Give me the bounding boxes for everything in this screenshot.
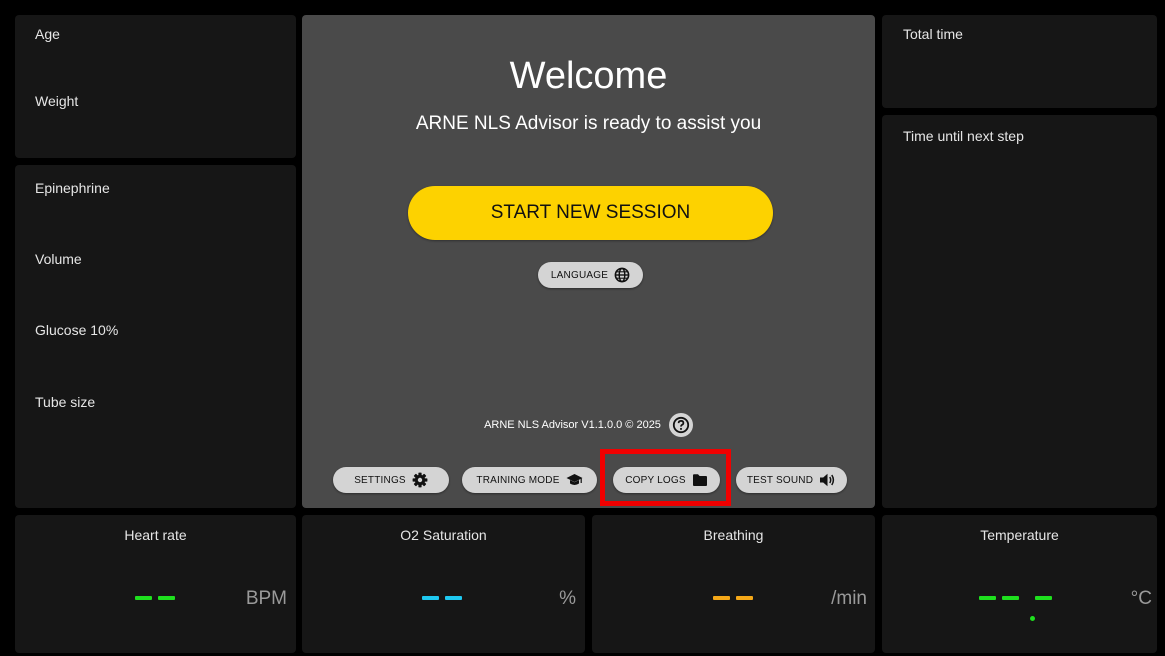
heart-rate-unit: BPM <box>245 588 287 609</box>
breathing-unit: /min <box>831 588 867 609</box>
o2-unit: % <box>559 588 576 609</box>
glucose-label: Glucose 10% <box>35 322 119 338</box>
speaker-icon <box>820 473 835 487</box>
weight-label: Weight <box>35 93 79 109</box>
dash <box>1035 596 1052 600</box>
tube-size-label: Tube size <box>35 394 96 410</box>
training-mode-label: TRAINING MODE <box>476 474 560 486</box>
epinephrine-label: Epinephrine <box>35 180 110 196</box>
training-mode-button[interactable]: TRAINING MODE <box>462 467 597 493</box>
dash <box>445 596 462 600</box>
language-label: LANGUAGE <box>550 269 609 281</box>
gear-icon <box>412 472 428 488</box>
volume-label: Volume <box>35 251 82 267</box>
o2-saturation-panel: O2 Saturation % <box>302 515 585 653</box>
dash <box>158 596 175 600</box>
age-label: Age <box>35 26 60 42</box>
temperature-unit: °C <box>1130 588 1152 609</box>
settings-label: SETTINGS <box>354 474 406 486</box>
dash <box>713 596 730 600</box>
start-new-session-label: START NEW SESSION <box>490 202 691 223</box>
next-step-label: Time until next step <box>903 128 1024 144</box>
welcome-panel: Welcome ARNE NLS Advisor is ready to ass… <box>302 15 875 508</box>
dash <box>135 596 152 600</box>
total-time-label: Total time <box>903 26 963 42</box>
test-sound-label: TEST SOUND <box>746 474 814 486</box>
next-step-panel: Time until next step <box>882 115 1157 508</box>
patient-panel: Age Weight <box>15 15 296 158</box>
dash <box>736 596 753 600</box>
temperature-panel: Temperature °C <box>882 515 1157 653</box>
dash <box>979 596 996 600</box>
welcome-title: Welcome <box>509 55 668 97</box>
temperature-value-placeholder <box>979 596 1052 600</box>
globe-icon <box>614 267 630 283</box>
dash <box>422 596 439 600</box>
o2-value-placeholder <box>422 596 462 600</box>
breathing-panel: Breathing /min <box>592 515 875 653</box>
version-text: ARNE NLS Advisor V1.1.0.0 © 2025 <box>484 419 661 431</box>
medication-panel: Epinephrine Volume Glucose 10% Tube size <box>15 165 296 508</box>
breathing-value-placeholder <box>713 596 753 600</box>
help-icon[interactable] <box>668 413 693 437</box>
settings-button[interactable]: SETTINGS <box>333 467 449 493</box>
welcome-subtitle: ARNE NLS Advisor is ready to assist you <box>415 113 762 134</box>
heart-rate-panel: Heart rate BPM <box>15 515 296 653</box>
copy-logs-highlight <box>600 449 731 506</box>
heart-rate-value-placeholder <box>135 596 175 600</box>
start-new-session-button[interactable]: START NEW SESSION <box>408 186 773 240</box>
temperature-title: Temperature <box>980 527 1059 543</box>
language-button[interactable]: LANGUAGE <box>538 262 643 288</box>
version-row: ARNE NLS Advisor V1.1.0.0 © 2025 <box>302 413 875 437</box>
dash <box>1002 596 1019 600</box>
o2-saturation-title: O2 Saturation <box>400 527 487 543</box>
total-time-panel: Total time <box>882 15 1157 108</box>
breathing-title: Breathing <box>703 527 764 543</box>
decimal-point <box>1030 616 1035 621</box>
heart-rate-title: Heart rate <box>124 527 187 543</box>
test-sound-button[interactable]: TEST SOUND <box>736 467 847 493</box>
graduation-cap-icon <box>566 474 583 485</box>
